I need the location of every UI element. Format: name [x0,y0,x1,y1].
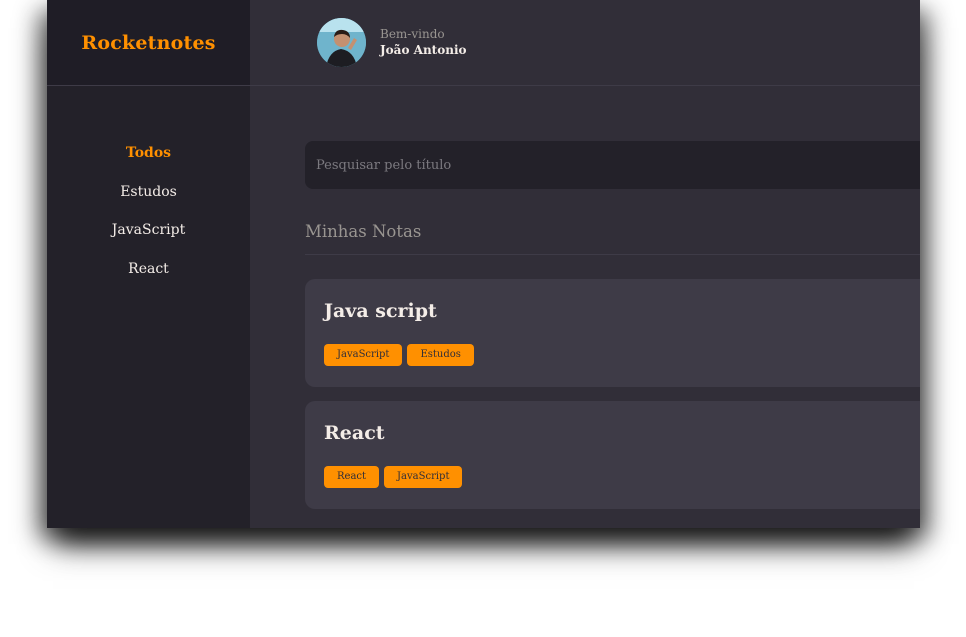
note-tags: JavaScript Estudos [324,344,906,366]
sidebar-item-estudos[interactable]: Estudos [47,182,250,221]
search-box[interactable] [305,141,920,189]
search-input[interactable] [316,157,920,173]
sidebar-item-react[interactable]: React [47,259,250,298]
sidebar-item-label[interactable]: JavaScript [112,222,185,238]
tag-badge: JavaScript [384,466,463,488]
sidebar-item-label[interactable]: Todos [126,145,171,161]
sidebar-item-todos[interactable]: Todos [47,143,250,182]
welcome-text: Bem-vindo [380,27,445,41]
tag-badge: JavaScript [324,344,403,366]
note-title: Java script [324,300,437,322]
header: Bem-vindo João Antonio [250,0,920,86]
note-title: React [324,422,385,444]
user-avatar[interactable] [317,18,366,67]
note-tags: React JavaScript [324,466,906,488]
app-window: Rocketnotes Bem-vindo João Antonio Todos… [47,0,920,528]
note-card[interactable]: Java script JavaScript Estudos [305,279,920,387]
sidebar-item-javascript[interactable]: JavaScript [47,220,250,259]
user-name[interactable]: João Antonio [380,42,467,59]
tag-badge: Estudos [407,344,474,366]
section-title: Minhas Notas [305,222,920,255]
sidebar-item-label[interactable]: React [128,261,169,277]
note-card[interactable]: React React JavaScript [305,401,920,509]
brand-area: Rocketnotes [47,0,250,86]
main-content: Minhas Notas Java script JavaScript Estu… [250,86,920,528]
avatar-photo-icon [317,18,366,67]
user-info: Bem-vindo João Antonio [380,26,467,59]
tag-badge: React [324,466,380,488]
sidebar-item-label[interactable]: Estudos [120,184,177,200]
sidebar-menu: Todos Estudos JavaScript React [47,86,250,528]
brand-logo[interactable]: Rocketnotes [81,32,215,54]
